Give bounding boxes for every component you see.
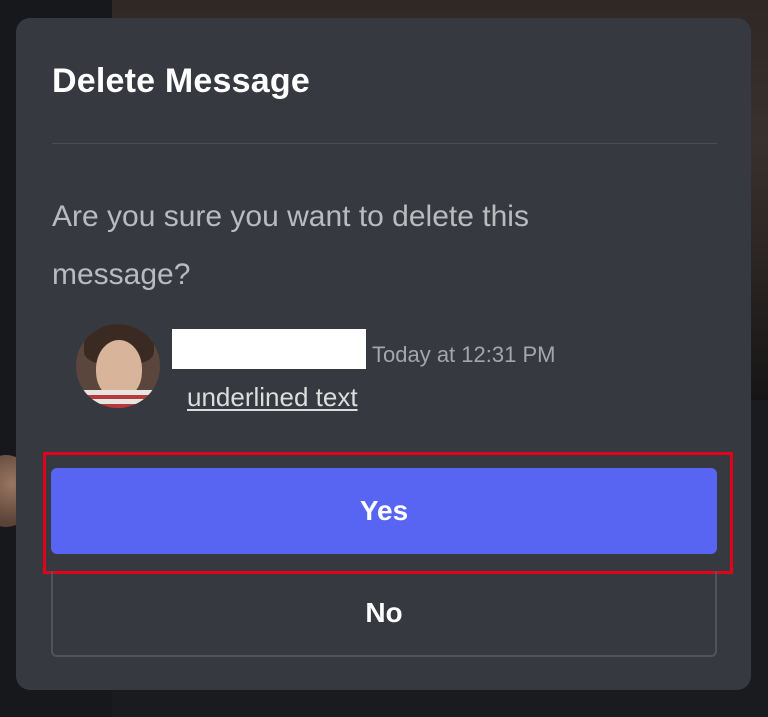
yes-button[interactable]: Yes <box>51 468 717 554</box>
confirmation-text: Are you sure you want to delete this mes… <box>52 200 529 291</box>
message-text: underlined text <box>187 382 358 412</box>
no-button[interactable]: No <box>51 571 717 657</box>
dialog-title: Delete Message <box>52 62 310 100</box>
divider <box>52 143 717 144</box>
message-preview: Today at 12:31 PM underlined text <box>76 324 636 414</box>
delete-message-dialog: Delete Message Are you sure you want to … <box>16 18 751 690</box>
avatar <box>76 324 160 408</box>
message-timestamp: Today at 12:31 PM <box>372 342 556 367</box>
avatar-shirt <box>76 390 160 408</box>
username-redaction <box>172 329 366 369</box>
